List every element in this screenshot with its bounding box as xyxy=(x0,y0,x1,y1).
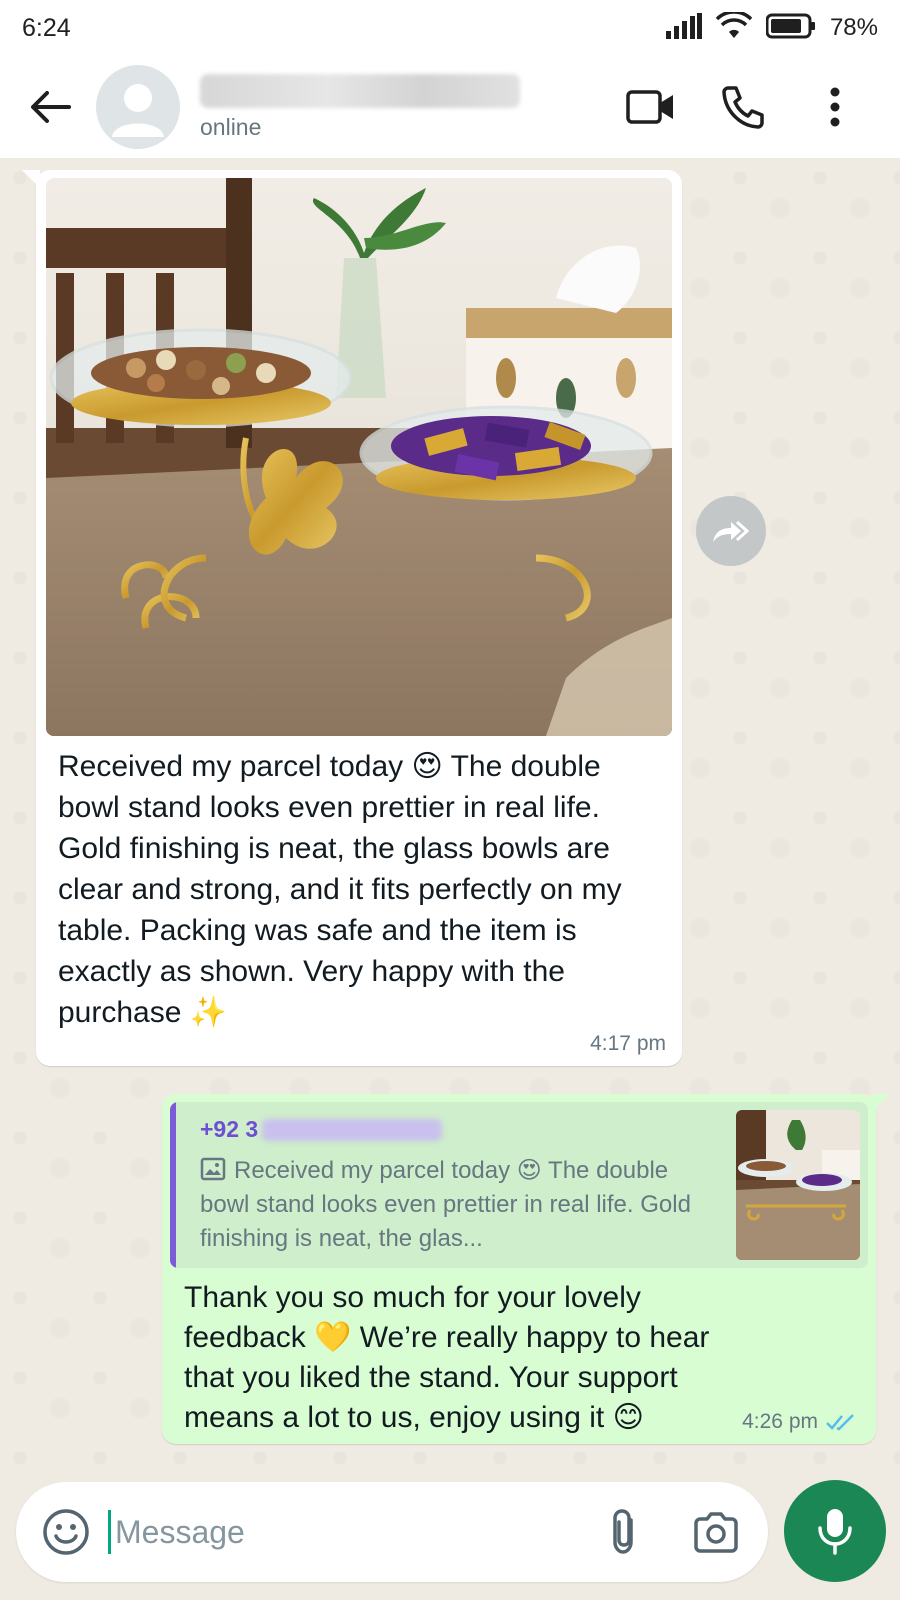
status-time: 6:24 xyxy=(22,13,71,42)
outgoing-message-meta: 4:26 pm xyxy=(742,1410,858,1434)
voice-message-button[interactable] xyxy=(784,1480,886,1582)
forward-icon xyxy=(713,520,750,542)
quote-text-content: Received my parcel today 😍 The double bo… xyxy=(200,1157,691,1252)
chat-header: online xyxy=(0,56,900,158)
more-options-icon xyxy=(830,87,840,127)
message-input[interactable] xyxy=(108,1510,596,1554)
quote-thumbnail xyxy=(736,1110,860,1260)
attach-button[interactable] xyxy=(596,1504,652,1560)
thumbnail-bowl-stand xyxy=(736,1110,860,1260)
outgoing-message-text: Thank you so much for your lovely feedba… xyxy=(184,1281,710,1434)
outgoing-message[interactable]: +92 3 Received my parcel today 😍 The dou… xyxy=(162,1094,876,1444)
input-bar xyxy=(0,1470,900,1600)
contact-name-blurred xyxy=(200,73,520,108)
message-composer xyxy=(16,1482,768,1582)
status-indicators: 78% xyxy=(665,9,878,45)
more-options-button[interactable] xyxy=(810,82,860,132)
back-button[interactable] xyxy=(20,77,80,137)
outgoing-message-time: 4:26 pm xyxy=(742,1410,818,1433)
battery-percentage: 78% xyxy=(829,14,878,41)
quote-sender-blurred xyxy=(262,1118,443,1141)
paperclip-icon xyxy=(613,1509,633,1554)
camera-button[interactable] xyxy=(688,1504,744,1560)
quote-sender-number: +92 3 xyxy=(200,1116,259,1142)
back-arrow-icon xyxy=(31,91,71,123)
chat-area[interactable]: Received my parcel today 😍 The double bo… xyxy=(0,158,900,1470)
incoming-message[interactable]: Received my parcel today 😍 The double bo… xyxy=(36,170,682,1066)
contact-status: online xyxy=(200,113,262,140)
quote-sender: +92 3 xyxy=(200,1116,443,1143)
video-call-button[interactable] xyxy=(626,82,676,132)
outgoing-bubble-tail xyxy=(872,1094,890,1112)
incoming-message-time: 4:17 pm xyxy=(590,1032,666,1055)
emoji-icon xyxy=(43,1509,89,1555)
emoji-button[interactable] xyxy=(38,1504,94,1560)
header-actions xyxy=(626,82,860,132)
incoming-photo[interactable] xyxy=(46,178,672,736)
signal-icon xyxy=(665,12,702,44)
wifi-icon xyxy=(715,9,753,45)
incoming-message-text: Received my parcel today 😍 The double bo… xyxy=(58,750,622,1029)
microphone-icon xyxy=(818,1509,852,1555)
photo-icon xyxy=(200,1157,226,1181)
battery-icon xyxy=(765,13,816,44)
avatar[interactable] xyxy=(96,65,180,149)
video-call-icon xyxy=(626,90,673,124)
voice-call-icon xyxy=(722,86,764,129)
quote-accent-bar xyxy=(170,1102,176,1268)
voice-call-button[interactable] xyxy=(718,82,768,132)
quoted-message[interactable]: +92 3 Received my parcel today 😍 The dou… xyxy=(170,1102,868,1268)
forward-button[interactable] xyxy=(696,496,766,566)
contact-info[interactable]: online xyxy=(200,73,626,141)
photo-bowl-stand xyxy=(46,178,672,736)
avatar-placeholder-icon xyxy=(112,84,164,137)
quote-text: Received my parcel today 😍 The double bo… xyxy=(200,1154,700,1256)
status-bar: 6:24 78% xyxy=(0,0,900,56)
camera-icon xyxy=(694,1512,738,1553)
read-receipt-icon xyxy=(826,1414,854,1431)
